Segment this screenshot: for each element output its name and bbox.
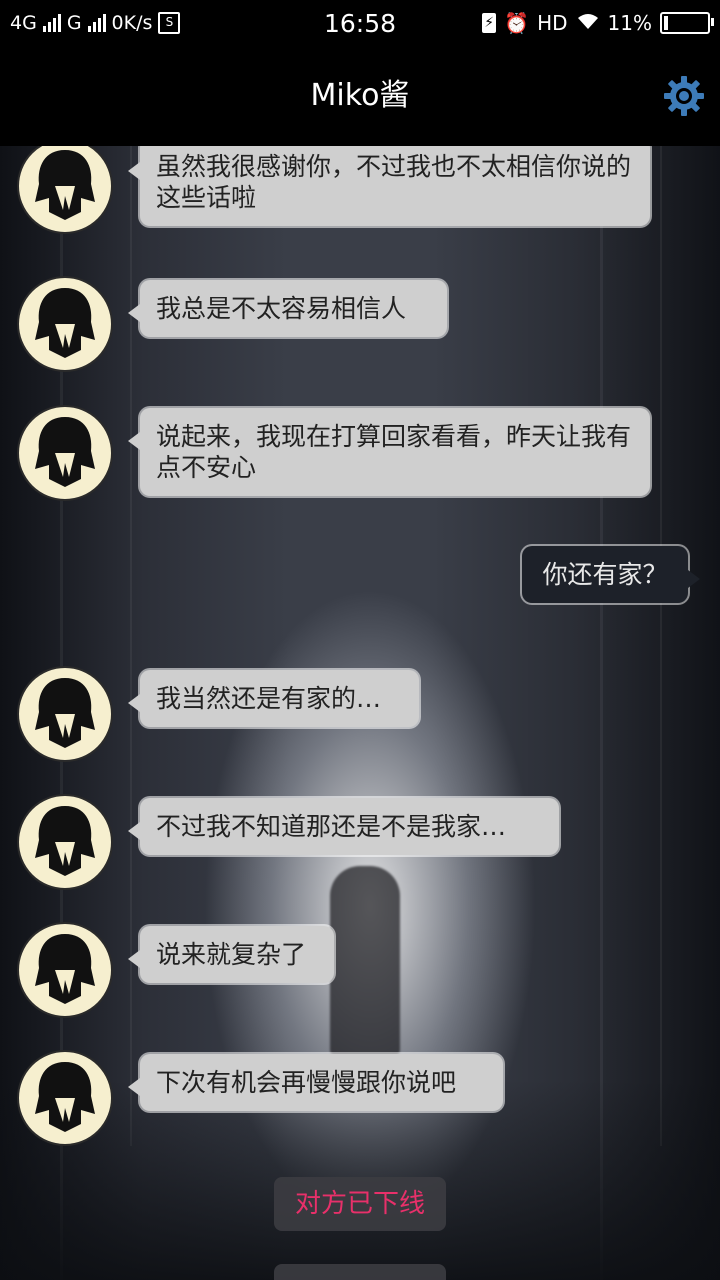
- message-text: 你还有家？: [542, 560, 668, 589]
- chat-title: Miko酱: [310, 78, 410, 113]
- offline-notice: 对方已下线: [274, 1177, 446, 1231]
- offline-notice-text: 对方已下线: [294, 1189, 425, 1219]
- message-bubble[interactable]: 我当然还是有家的…: [128, 670, 419, 727]
- avatar[interactable]: [17, 666, 113, 762]
- message-bubble[interactable]: 我总是不太容易相信人: [128, 280, 447, 337]
- avatar[interactable]: [17, 276, 113, 372]
- message-text: 不过我不知道那还是不是我家…: [156, 812, 507, 841]
- message-text: 我当然还是有家的…: [156, 684, 382, 713]
- message-text: 下次有机会再慢慢跟你说吧: [156, 1068, 457, 1097]
- battery-level: [664, 16, 668, 30]
- wifi-icon: [576, 11, 600, 35]
- gear-icon[interactable]: [662, 74, 706, 118]
- message-bubble[interactable]: 说来就复杂了: [128, 926, 334, 983]
- charging-icon: ⚡: [482, 13, 497, 33]
- avatar[interactable]: [17, 405, 113, 501]
- message-text: 虽然我很感谢你，不过我也不太相信你说的这些话啦: [156, 152, 632, 212]
- message-text: 说来就复杂了: [156, 940, 307, 969]
- chat-header: Miko酱: [0, 46, 720, 146]
- clock: 16:58: [323, 8, 397, 38]
- alarm-icon: ⏰: [504, 11, 530, 35]
- message-bubble[interactable]: 不过我不知道那还是不是我家…: [128, 798, 559, 855]
- message-bubble[interactable]: 说起来，我现在打算回家看看，昨天让我有点不安心: [128, 408, 650, 496]
- background-building-line: [660, 146, 662, 1146]
- message-bubble-self[interactable]: 你还有家？: [522, 546, 700, 603]
- avatar[interactable]: [17, 146, 113, 234]
- partial-system-notice: [274, 1264, 446, 1280]
- avatar[interactable]: [17, 1050, 113, 1146]
- message-text: 我总是不太容易相信人: [156, 294, 407, 323]
- status-bar: 4G G 0K/s S 16:58 ⚡ ⏰ HD 11%: [0, 0, 720, 46]
- message-bubble[interactable]: 下次有机会再慢慢跟你说吧: [128, 1054, 503, 1111]
- background-figure: [330, 866, 400, 1056]
- avatar[interactable]: [17, 922, 113, 1018]
- message-bubble[interactable]: 虽然我很感谢你，不过我也不太相信你说的这些话啦: [128, 146, 650, 226]
- chat-area[interactable]: 虽然我很感谢你，不过我也不太相信你说的这些话啦 我总是不太容易相信人 说起来，我…: [0, 146, 720, 1280]
- battery-percent: 11%: [607, 11, 652, 35]
- avatar[interactable]: [17, 794, 113, 890]
- battery-icon: [660, 12, 714, 34]
- hd-label: HD: [537, 11, 568, 35]
- background-building-line: [130, 146, 132, 1146]
- message-text: 说起来，我现在打算回家看看，昨天让我有点不安心: [156, 422, 632, 482]
